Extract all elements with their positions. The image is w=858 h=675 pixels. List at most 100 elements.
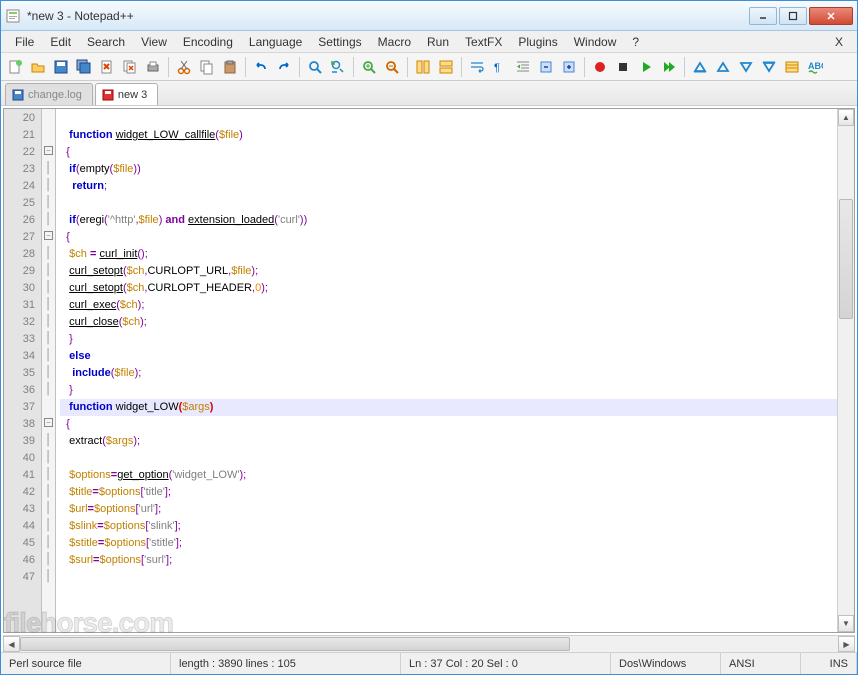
- tab-change.log[interactable]: change.log: [5, 83, 93, 105]
- tab-new-3[interactable]: new 3: [95, 83, 158, 105]
- record-button[interactable]: [590, 57, 610, 77]
- zoom-in-button[interactable]: [359, 57, 379, 77]
- wrap-button[interactable]: [467, 57, 487, 77]
- copy-button[interactable]: [197, 57, 217, 77]
- play-button[interactable]: [636, 57, 656, 77]
- line-number-gutter[interactable]: 2021222324252627282930313233343536373839…: [4, 109, 42, 632]
- fold-marker[interactable]: │: [42, 483, 55, 500]
- fold-marker[interactable]: │: [42, 194, 55, 211]
- fold-marker[interactable]: │: [42, 279, 55, 296]
- new-button[interactable]: [5, 57, 25, 77]
- fold-gutter[interactable]: −││││−│││││││││ −│││││││││: [42, 109, 56, 632]
- menu-help[interactable]: ?: [624, 33, 647, 51]
- fold-marker[interactable]: −: [42, 228, 55, 245]
- code-line[interactable]: $title=$options['title'];: [60, 484, 837, 501]
- code-line[interactable]: {: [60, 144, 837, 161]
- fold-marker[interactable]: │: [42, 347, 55, 364]
- sync-v-button[interactable]: [413, 57, 433, 77]
- indent-button[interactable]: [513, 57, 533, 77]
- menu-textfx[interactable]: TextFX: [457, 33, 510, 51]
- code-line[interactable]: $slink=$options['slink'];: [60, 518, 837, 535]
- menu-macro[interactable]: Macro: [370, 33, 419, 51]
- horizontal-scrollbar[interactable]: ◀ ▶: [3, 635, 855, 652]
- fold-marker[interactable]: │: [42, 313, 55, 330]
- code-line[interactable]: $surl=$options['surl'];: [60, 552, 837, 569]
- menu-language[interactable]: Language: [241, 33, 310, 51]
- fold-marker[interactable]: │: [42, 466, 55, 483]
- code-line[interactable]: {: [60, 229, 837, 246]
- col5-button[interactable]: [782, 57, 802, 77]
- code-line[interactable]: $url=$options['url'];: [60, 501, 837, 518]
- col1-button[interactable]: [690, 57, 710, 77]
- fold-marker[interactable]: │: [42, 245, 55, 262]
- maximize-button[interactable]: [779, 7, 807, 25]
- cut-button[interactable]: [174, 57, 194, 77]
- code-line[interactable]: curl_exec($ch);: [60, 297, 837, 314]
- code-line[interactable]: if(eregi('^http',$file) and extension_lo…: [60, 212, 837, 229]
- fold-marker[interactable]: │: [42, 449, 55, 466]
- fold-marker[interactable]: │: [42, 211, 55, 228]
- zoom-out-button[interactable]: [382, 57, 402, 77]
- fold-marker[interactable]: │: [42, 177, 55, 194]
- fold-marker[interactable]: │: [42, 381, 55, 398]
- code-line[interactable]: else: [60, 348, 837, 365]
- code-line[interactable]: $options=get_option('widget_LOW');: [60, 467, 837, 484]
- close-all-button[interactable]: [120, 57, 140, 77]
- menu-encoding[interactable]: Encoding: [175, 33, 241, 51]
- col3-button[interactable]: [736, 57, 756, 77]
- menu-plugins[interactable]: Plugins: [510, 33, 565, 51]
- menu-settings[interactable]: Settings: [310, 33, 369, 51]
- menubar-x-icon[interactable]: X: [827, 33, 851, 51]
- fold-marker[interactable]: │: [42, 551, 55, 568]
- code-line[interactable]: }: [60, 331, 837, 348]
- close-button[interactable]: [97, 57, 117, 77]
- menu-window[interactable]: Window: [566, 33, 625, 51]
- fold-marker[interactable]: │: [42, 432, 55, 449]
- titlebar[interactable]: *new 3 - Notepad++: [1, 1, 857, 31]
- col2-button[interactable]: [713, 57, 733, 77]
- save-all-button[interactable]: [74, 57, 94, 77]
- spell-button[interactable]: ABC: [805, 57, 825, 77]
- code-line[interactable]: [60, 110, 837, 127]
- fold-button[interactable]: [536, 57, 556, 77]
- code-line[interactable]: {: [60, 416, 837, 433]
- scroll-down-icon[interactable]: ▼: [838, 615, 854, 632]
- paste-button[interactable]: [220, 57, 240, 77]
- code-line[interactable]: curl_close($ch);: [60, 314, 837, 331]
- code-line[interactable]: function widget_LOW_callfile($file): [60, 127, 837, 144]
- fold-marker[interactable]: │: [42, 262, 55, 279]
- stop-button[interactable]: [613, 57, 633, 77]
- fold-marker[interactable]: │: [42, 160, 55, 177]
- save-button[interactable]: [51, 57, 71, 77]
- col4-button[interactable]: [759, 57, 779, 77]
- fold-marker[interactable]: │: [42, 296, 55, 313]
- find-button[interactable]: [305, 57, 325, 77]
- fold-marker[interactable]: −: [42, 143, 55, 160]
- fold-marker[interactable]: │: [42, 500, 55, 517]
- code-line[interactable]: curl_setopt($ch,CURLOPT_URL,$file);: [60, 263, 837, 280]
- unfold-button[interactable]: [559, 57, 579, 77]
- undo-button[interactable]: [251, 57, 271, 77]
- fold-marker[interactable]: [42, 398, 55, 415]
- fold-marker[interactable]: [42, 126, 55, 143]
- sync-h-button[interactable]: [436, 57, 456, 77]
- close-button[interactable]: [809, 7, 853, 25]
- replace-button[interactable]: [328, 57, 348, 77]
- menu-file[interactable]: File: [7, 33, 42, 51]
- code-line[interactable]: curl_setopt($ch,CURLOPT_HEADER,0);: [60, 280, 837, 297]
- scroll-thumb[interactable]: [839, 199, 853, 319]
- code-line[interactable]: if(empty($file)): [60, 161, 837, 178]
- code-line[interactable]: [60, 195, 837, 212]
- redo-button[interactable]: [274, 57, 294, 77]
- code-line[interactable]: extract($args);: [60, 433, 837, 450]
- scroll-right-icon[interactable]: ▶: [838, 636, 855, 652]
- fold-marker[interactable]: −: [42, 415, 55, 432]
- fold-marker[interactable]: │: [42, 517, 55, 534]
- scroll-up-icon[interactable]: ▲: [838, 109, 854, 126]
- code-line[interactable]: }: [60, 382, 837, 399]
- menu-search[interactable]: Search: [79, 33, 133, 51]
- code-line[interactable]: $stitle=$options['stitle'];: [60, 535, 837, 552]
- fold-marker[interactable]: │: [42, 568, 55, 585]
- fold-marker[interactable]: │: [42, 330, 55, 347]
- code-area[interactable]: function widget_LOW_callfile($file) { if…: [56, 109, 837, 632]
